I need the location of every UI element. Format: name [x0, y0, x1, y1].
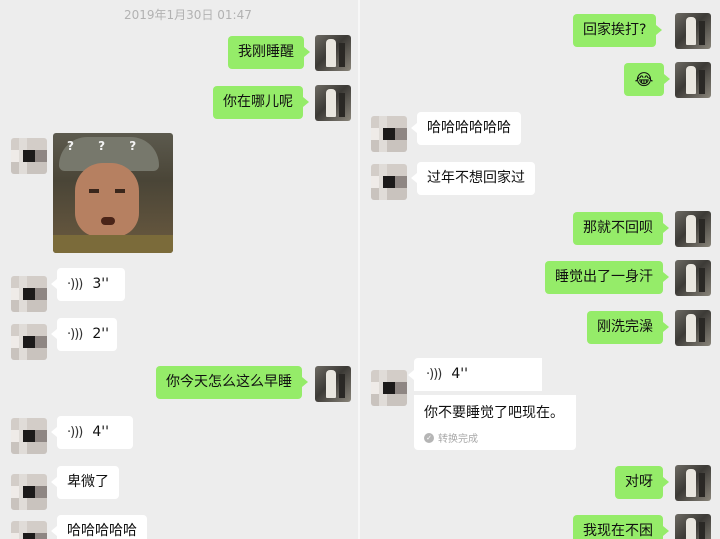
my-avatar[interactable] — [675, 465, 711, 501]
sent-message-bubble[interactable]: 我现在不困 — [573, 515, 669, 539]
my-avatar[interactable] — [675, 13, 711, 49]
my-avatar[interactable] — [675, 514, 711, 539]
check-circle-icon: ✓ — [424, 432, 434, 443]
received-message-bubble[interactable]: 哈哈哈哈哈哈 — [411, 112, 521, 145]
sent-message-bubble[interactable]: 那就不回呗 — [573, 212, 669, 245]
card-gap — [414, 391, 542, 395]
contact-avatar[interactable] — [11, 324, 47, 360]
voice-duration: 2'' — [92, 326, 109, 342]
sent-message-bubble[interactable]: 我刚睡醒 — [228, 36, 310, 69]
sticker-image[interactable]: ? ? ? — [53, 133, 173, 253]
sent-message-bubble[interactable]: 对呀 — [615, 466, 669, 499]
sticker-eye — [89, 189, 99, 193]
sticker-eye — [115, 189, 125, 193]
contact-avatar[interactable] — [371, 370, 407, 406]
my-avatar[interactable] — [675, 310, 711, 346]
my-avatar[interactable] — [675, 260, 711, 296]
received-message-bubble[interactable]: 过年不想回家过 — [411, 162, 535, 195]
voice-row[interactable]: ·))) 4'' — [426, 366, 468, 382]
voice-duration: 4'' — [451, 366, 468, 382]
left-chat-panel: 2019年1月30日 01:47 我刚睡醒 你在哪儿呢 ? ? ? ·))) 3… — [0, 0, 358, 539]
sticker-question-marks: ? ? ? — [67, 139, 147, 153]
right-chat-panel: 回家挨打? 😂 哈哈哈哈哈哈 过年不想回家过 那就不回呗 睡觉出了一身汗 刚洗完… — [360, 0, 720, 539]
conversion-status: ✓ 转换完成 — [424, 430, 478, 445]
conversion-status-label: 转换完成 — [438, 434, 478, 445]
message-timestamp: 2019年1月30日 01:47 — [124, 8, 252, 22]
voice-to-text-message[interactable]: ·))) 4'' 你不要睡觉了吧现在。 ✓ 转换完成 — [408, 358, 576, 450]
my-avatar[interactable] — [675, 62, 711, 98]
contact-avatar[interactable] — [11, 276, 47, 312]
sent-message-bubble[interactable]: 你今天怎么这么早睡 — [156, 366, 308, 399]
voice-message-bubble[interactable]: ·))) 3'' — [51, 268, 125, 301]
sticker-collar — [53, 235, 173, 253]
my-avatar[interactable] — [675, 211, 711, 247]
contact-avatar[interactable] — [11, 418, 47, 454]
my-avatar[interactable] — [315, 366, 351, 402]
sticker-face — [75, 163, 139, 237]
received-message-bubble[interactable]: 卑微了 — [51, 466, 119, 499]
sticker-mouth — [101, 217, 115, 225]
voice-wave-icon: ·))) — [67, 327, 83, 342]
contact-avatar[interactable] — [11, 521, 47, 539]
sent-message-bubble[interactable]: 你在哪儿呢 — [213, 86, 309, 119]
voice-wave-icon: ·))) — [426, 366, 442, 382]
contact-avatar[interactable] — [11, 474, 47, 510]
sent-message-bubble[interactable]: 回家挨打? — [573, 14, 663, 47]
voice-duration: 3'' — [92, 276, 109, 292]
sent-message-bubble[interactable]: 刚洗完澡 — [587, 311, 669, 344]
voice-message-bubble[interactable]: ·))) 2'' — [51, 318, 117, 351]
emoji-message-bubble[interactable]: 😂 — [624, 63, 670, 96]
received-message-bubble[interactable]: 哈哈哈哈哈 — [51, 515, 147, 539]
contact-avatar[interactable] — [371, 116, 407, 152]
voice-wave-icon: ·))) — [67, 277, 83, 292]
my-avatar[interactable] — [315, 85, 351, 121]
voice-message-bubble[interactable]: ·))) 4'' — [51, 416, 133, 449]
tears-of-joy-emoji-icon: 😂 — [634, 70, 654, 89]
converted-text: 你不要睡觉了吧现在。 — [424, 405, 564, 421]
voice-duration: 4'' — [92, 424, 109, 440]
contact-avatar[interactable] — [11, 138, 47, 174]
contact-avatar[interactable] — [371, 164, 407, 200]
sent-message-bubble[interactable]: 睡觉出了一身汗 — [545, 261, 669, 294]
voice-wave-icon: ·))) — [67, 425, 83, 440]
card-gap — [542, 358, 576, 395]
my-avatar[interactable] — [315, 35, 351, 71]
